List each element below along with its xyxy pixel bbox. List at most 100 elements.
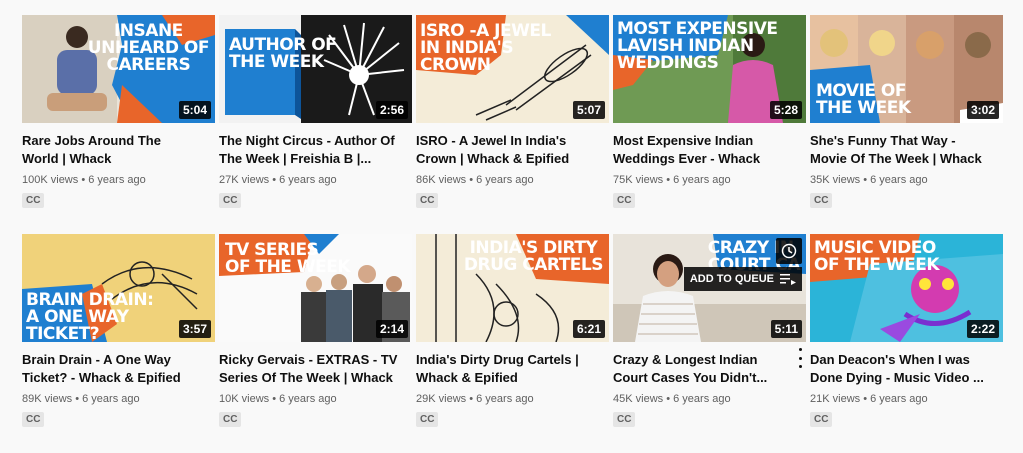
meta-separator: • <box>75 393 80 405</box>
video-meta: 21K views • 6 years ago <box>810 392 1003 406</box>
meta-separator: • <box>666 174 671 186</box>
video-grid: INSANE UNHEARD OF CAREERS 5:04 Rare Jobs… <box>22 15 1003 453</box>
duration-badge: 5:07 <box>572 101 605 119</box>
duration-badge: 3:02 <box>966 101 999 119</box>
duration-badge: 2:22 <box>966 320 999 338</box>
upload-age: 6 years ago <box>279 174 337 186</box>
add-to-queue-button[interactable]: ADD TO QUEUE <box>683 267 802 291</box>
watch-later-icon <box>781 243 797 259</box>
duration-badge: 5:04 <box>178 101 211 119</box>
video-meta: 35K views • 6 years ago <box>810 173 1003 187</box>
upload-age: 6 years ago <box>870 174 928 186</box>
thumbnail-overlay-text: INSANE UNHEARD OF CAREERS <box>87 21 210 75</box>
thumbnail-overlay-text: TV SERIES OF THE WEEK <box>225 240 351 277</box>
watch-later-button[interactable] <box>776 238 802 264</box>
video-meta: 27K views • 6 years ago <box>219 173 412 187</box>
view-count: 86K views <box>416 174 467 186</box>
thumbnail-overlay-text: MUSIC VIDEO OF THE WEEK <box>814 238 940 275</box>
duration-badge: 3:57 <box>178 320 211 338</box>
video-meta: 10K views • 6 years ago <box>219 392 412 406</box>
video-card[interactable]: BRAIN DRAIN: A ONE WAY TICKET? 3:57 Brai… <box>22 234 215 453</box>
video-title[interactable]: ISRO - A Jewel In India's Crown | Whack … <box>416 132 609 168</box>
meta-separator: • <box>469 174 474 186</box>
duration-badge: 6:21 <box>572 320 605 338</box>
more-vert-icon[interactable] <box>794 346 806 370</box>
cc-badge: CC <box>22 412 45 427</box>
video-card[interactable]: INSANE UNHEARD OF CAREERS 5:04 Rare Jobs… <box>22 15 215 234</box>
view-count: 27K views <box>219 174 270 186</box>
video-thumbnail[interactable]: CRAZY IN COURT CA ADD TO QUEUE 5:11 <box>613 234 806 342</box>
video-card[interactable]: MUSIC VIDEO OF THE WEEK 2:22 Dan Deacon'… <box>810 234 1003 453</box>
upload-age: 6 years ago <box>82 393 140 405</box>
meta-separator: • <box>666 393 671 405</box>
video-title[interactable]: Ricky Gervais - EXTRAS - TV Series Of Th… <box>219 351 412 387</box>
cc-badge: CC <box>219 193 242 208</box>
video-card[interactable]: AUTHOR OF THE WEEK 2:56 The Night Circus… <box>219 15 412 234</box>
upload-age: 6 years ago <box>870 393 928 405</box>
view-count: 75K views <box>613 174 664 186</box>
add-to-queue-icon <box>780 274 796 285</box>
meta-separator: • <box>272 174 277 186</box>
video-thumbnail[interactable]: INDIA'S DIRTY DRUG CARTELS 6:21 <box>416 234 609 342</box>
upload-age: 6 years ago <box>88 174 146 186</box>
upload-age: 6 years ago <box>279 393 337 405</box>
video-thumbnail[interactable]: INSANE UNHEARD OF CAREERS 5:04 <box>22 15 215 123</box>
video-meta: 100K views • 6 years ago <box>22 173 215 187</box>
video-meta: 86K views • 6 years ago <box>416 173 609 187</box>
upload-age: 6 years ago <box>476 174 534 186</box>
video-card[interactable]: MOVIE OF THE WEEK 3:02 She's Funny That … <box>810 15 1003 234</box>
video-thumbnail[interactable]: AUTHOR OF THE WEEK 2:56 <box>219 15 412 123</box>
video-card[interactable]: TV SERIES OF THE WEEK 2:14 Ricky Gervais… <box>219 234 412 453</box>
upload-age: 6 years ago <box>476 393 534 405</box>
video-title[interactable]: Rare Jobs Around The World | Whack <box>22 132 215 168</box>
cc-badge: CC <box>613 193 636 208</box>
video-title[interactable]: Most Expensive Indian Weddings Ever - Wh… <box>613 132 806 168</box>
video-title[interactable]: Brain Drain - A One Way Ticket? - Whack … <box>22 351 215 387</box>
duration-badge: 5:11 <box>770 320 802 338</box>
video-title[interactable]: Dan Deacon's When I was Done Dying - Mus… <box>810 351 1003 387</box>
view-count: 10K views <box>219 393 270 405</box>
video-thumbnail[interactable]: BRAIN DRAIN: A ONE WAY TICKET? 3:57 <box>22 234 215 342</box>
thumbnail-overlay-text: AUTHOR OF THE WEEK <box>229 35 337 72</box>
cc-badge: CC <box>416 193 439 208</box>
video-thumbnail[interactable]: MOST EXPENSIVE LAVISH INDIAN WEDDINGS 5:… <box>613 15 806 123</box>
upload-age: 6 years ago <box>673 393 731 405</box>
video-card[interactable]: ISRO -A JEWEL IN INDIA'S CROWN 5:07 ISRO… <box>416 15 609 234</box>
video-thumbnail[interactable]: MUSIC VIDEO OF THE WEEK 2:22 <box>810 234 1003 342</box>
video-card[interactable]: CRAZY IN COURT CA ADD TO QUEUE 5:11 Craz… <box>613 234 806 453</box>
cc-badge: CC <box>22 193 45 208</box>
cc-badge: CC <box>219 412 242 427</box>
video-meta: 89K views • 6 years ago <box>22 392 215 406</box>
video-thumbnail[interactable]: ISRO -A JEWEL IN INDIA'S CROWN 5:07 <box>416 15 609 123</box>
meta-separator: • <box>469 393 474 405</box>
video-title[interactable]: She's Funny That Way - Movie Of The Week… <box>810 132 1003 168</box>
upload-age: 6 years ago <box>673 174 731 186</box>
view-count: 35K views <box>810 174 861 186</box>
cc-badge: CC <box>613 412 636 427</box>
video-thumbnail[interactable]: MOVIE OF THE WEEK 3:02 <box>810 15 1003 123</box>
meta-separator: • <box>81 174 86 186</box>
video-title[interactable]: Crazy & Longest Indian Court Cases You D… <box>613 351 806 387</box>
video-card[interactable]: INDIA'S DIRTY DRUG CARTELS 6:21 India's … <box>416 234 609 453</box>
view-count: 89K views <box>22 393 73 405</box>
video-card[interactable]: MOST EXPENSIVE LAVISH INDIAN WEDDINGS 5:… <box>613 15 806 234</box>
duration-badge: 2:56 <box>375 101 408 119</box>
view-count: 21K views <box>810 393 861 405</box>
video-title[interactable]: India's Dirty Drug Cartels | Whack & Epi… <box>416 351 609 387</box>
video-meta: 45K views • 6 years ago <box>613 392 806 406</box>
thumbnail-overlay-text: MOST EXPENSIVE LAVISH INDIAN WEDDINGS <box>617 19 778 73</box>
thumbnail-overlay-text: BRAIN DRAIN: A ONE WAY TICKET? <box>26 290 154 343</box>
thumbnail-overlay-text: ISRO -A JEWEL IN INDIA'S CROWN <box>420 21 551 75</box>
video-meta: 75K views • 6 years ago <box>613 173 806 187</box>
cc-badge: CC <box>810 193 833 208</box>
thumbnail-overlay-text: INDIA'S DIRTY DRUG CARTELS <box>463 238 604 275</box>
thumbnail-overlay-text: MOVIE OF THE WEEK <box>816 81 911 118</box>
view-count: 45K views <box>613 393 664 405</box>
view-count: 29K views <box>416 393 467 405</box>
view-count: 100K views <box>22 174 79 186</box>
video-title[interactable]: The Night Circus - Author Of The Week | … <box>219 132 412 168</box>
meta-separator: • <box>863 174 868 186</box>
video-thumbnail[interactable]: TV SERIES OF THE WEEK 2:14 <box>219 234 412 342</box>
add-to-queue-label: ADD TO QUEUE <box>689 273 774 285</box>
duration-badge: 2:14 <box>375 320 408 338</box>
